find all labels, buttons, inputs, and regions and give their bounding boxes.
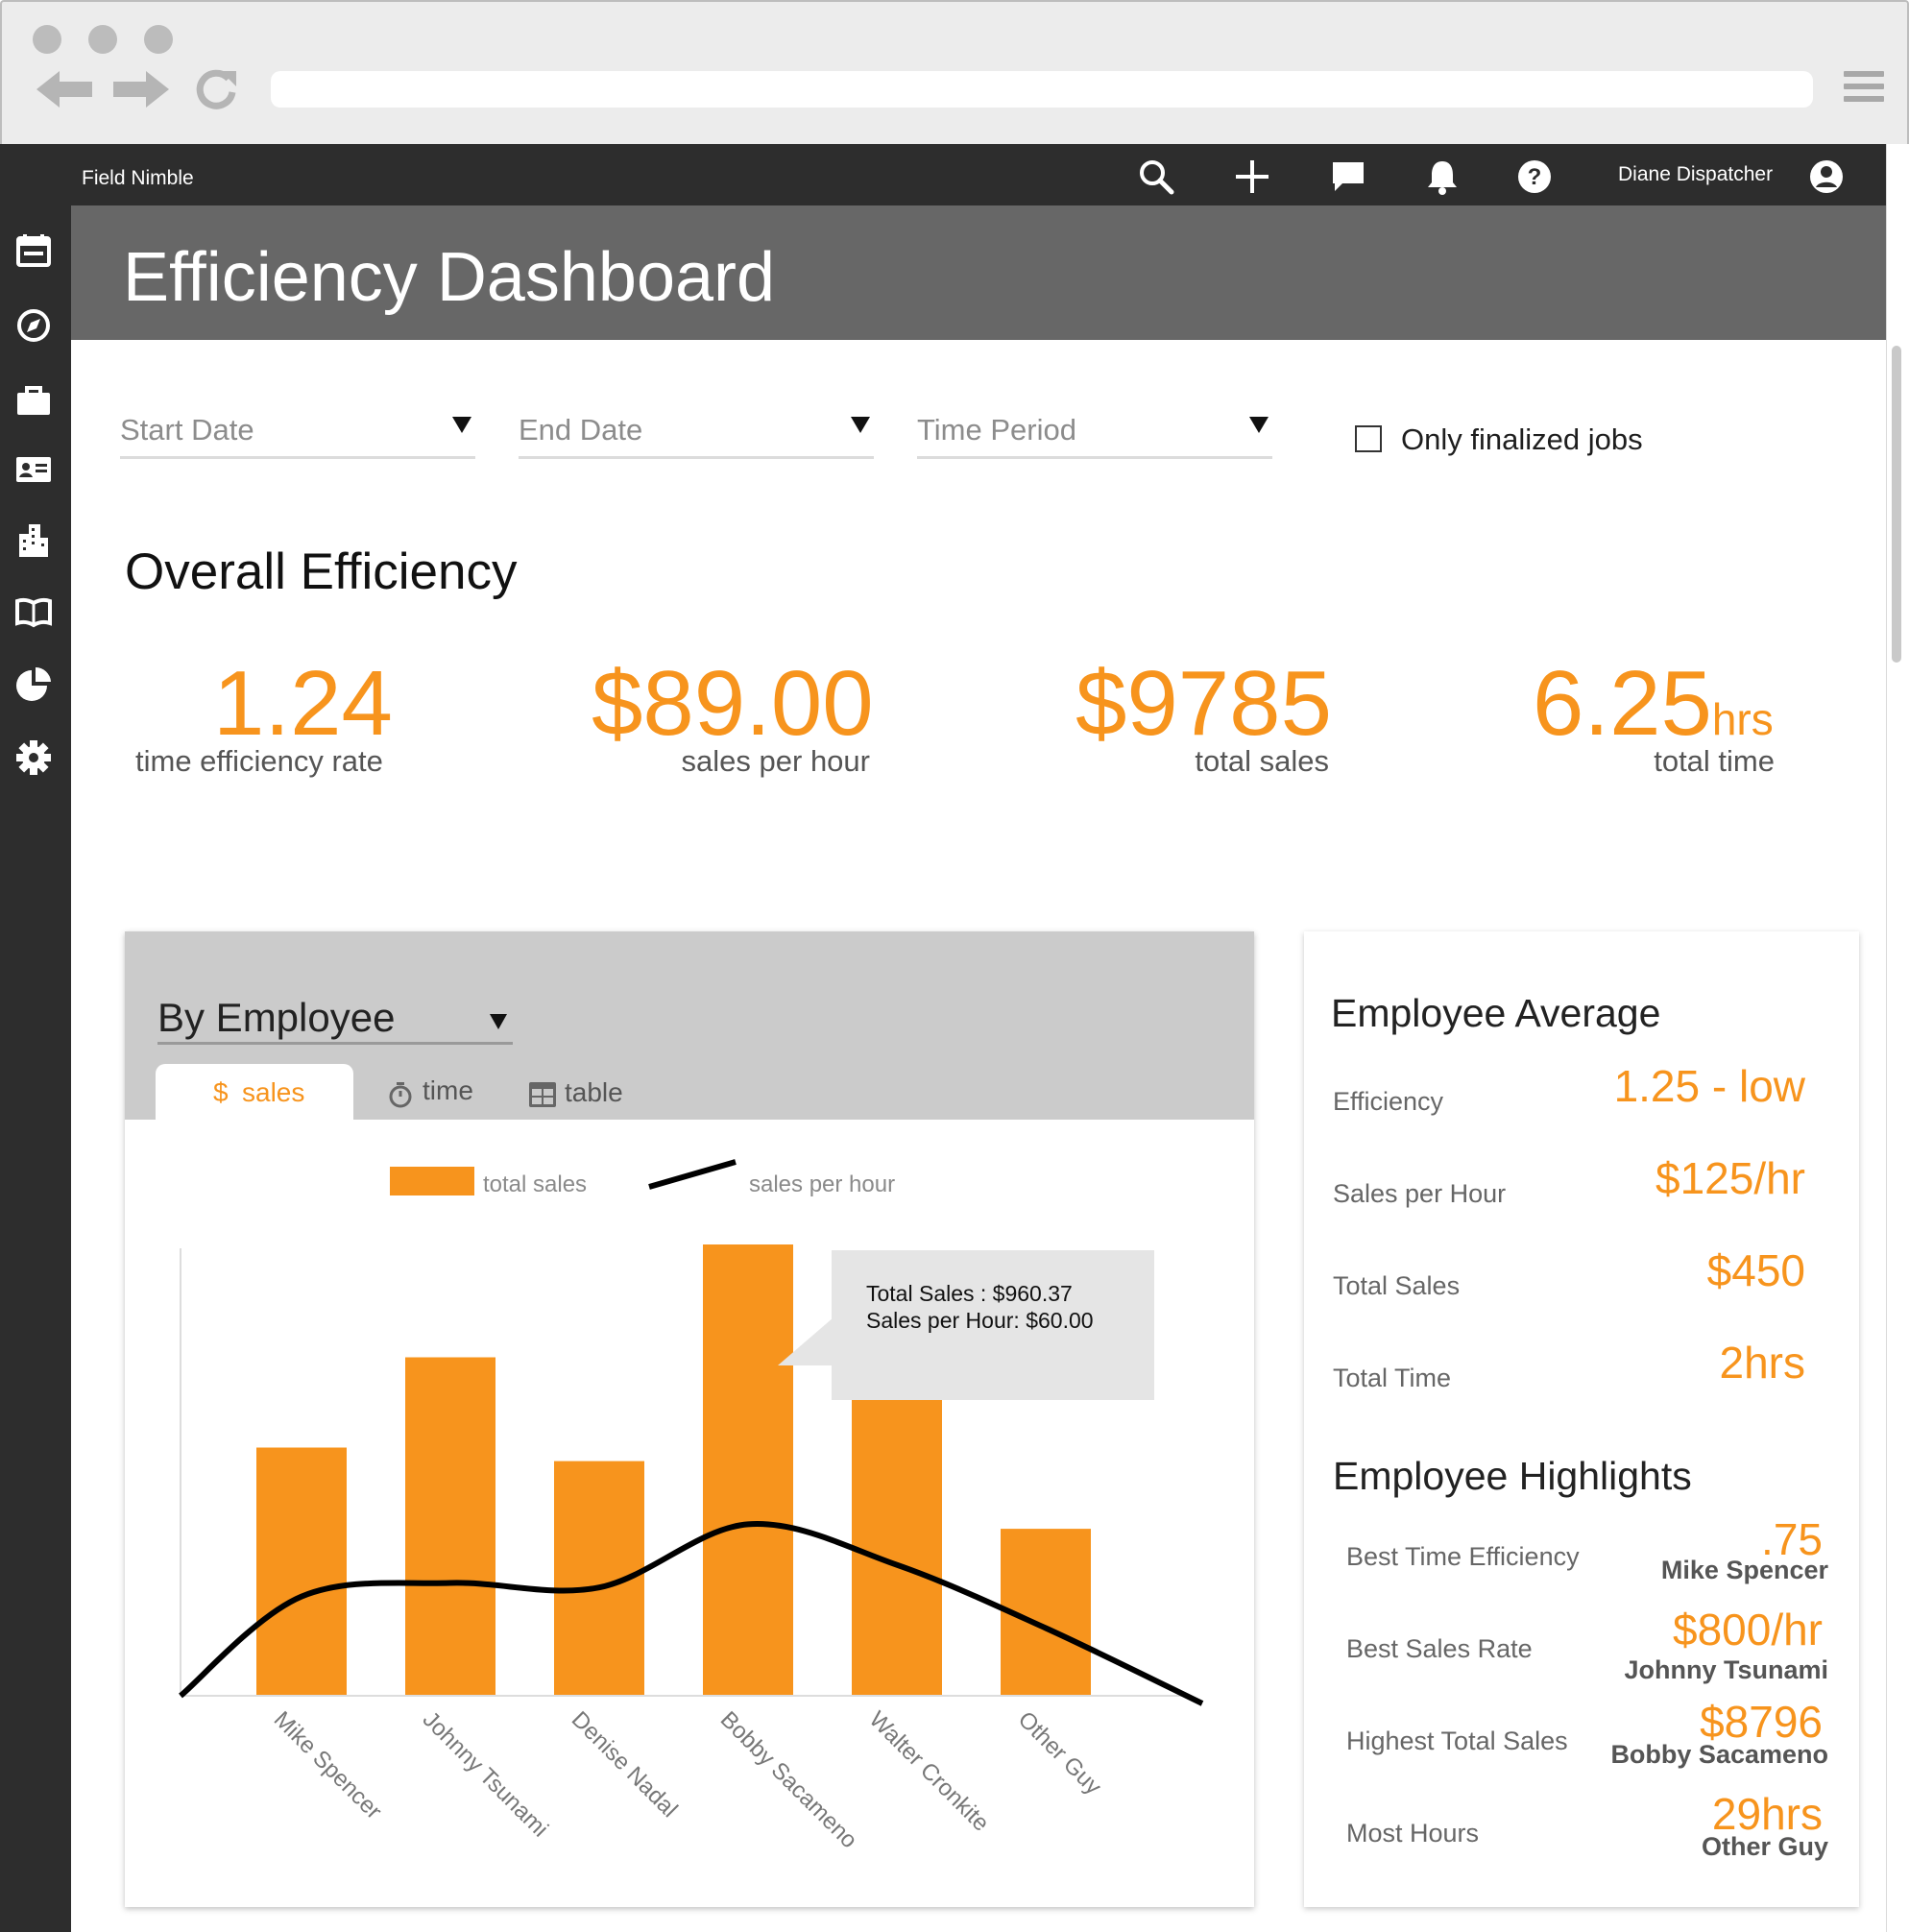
chart-bar[interactable] (852, 1362, 942, 1696)
reload-icon[interactable] (192, 65, 240, 113)
avg-total-time-value: 2hrs (1719, 1338, 1805, 1388)
x-tick-label: Other Guy (1013, 1706, 1106, 1799)
window-maximize-dot[interactable] (144, 25, 173, 54)
help-icon[interactable]: ? (1515, 157, 1554, 196)
chevron-down-icon (1249, 417, 1269, 433)
employee-summary-panel: Employee Average Efficiency 1.25 - low S… (1304, 931, 1859, 1907)
highlight-label: Most Hours (1346, 1819, 1480, 1847)
employee-sales-chart: Mike Spencer Johnny Tsunami Denise Nadal Bo… (179, 1244, 1204, 1853)
x-tick-label: Johnny Tsunami (418, 1706, 553, 1842)
search-icon[interactable] (1137, 157, 1175, 196)
app-brand[interactable]: Field Nimble (82, 167, 194, 190)
efficiency-rate-value: 1.24 (213, 652, 393, 755)
chart-bar[interactable] (405, 1357, 495, 1697)
user-icon[interactable] (1807, 157, 1846, 196)
by-employee-card: By Employee $ sales time table total sal… (125, 931, 1254, 1907)
back-arrow-icon[interactable] (33, 65, 96, 113)
calendar-icon[interactable] (13, 230, 54, 271)
finalized-jobs-label[interactable]: Only finalized jobs (1401, 423, 1643, 457)
employee-highlights-title: Employee Highlights (1333, 1454, 1692, 1498)
chart-tooltip: Total Sales : $960.37 Sales per Hour: $6… (832, 1250, 1154, 1400)
bell-icon[interactable] (1423, 157, 1462, 196)
highlight-employee-name: Other Guy (1701, 1832, 1828, 1861)
browser-chrome (0, 0, 1909, 144)
plus-icon[interactable] (1233, 157, 1271, 196)
avg-total-sales-value: $450 (1706, 1245, 1805, 1295)
browser-menu-icon[interactable] (1844, 71, 1884, 106)
window-close-dot[interactable] (33, 25, 61, 54)
x-tick-label: Bobby Sacameno (715, 1706, 862, 1853)
tooltip-sales-per-hour: Sales per Hour: $60.00 (866, 1308, 1094, 1333)
x-tick-label: Walter Cronkite (864, 1706, 994, 1836)
total-time-number: 6.25 (1533, 652, 1712, 755)
briefcase-icon[interactable] (13, 380, 54, 421)
forward-arrow-icon[interactable] (109, 65, 173, 113)
end-date-dropdown[interactable]: End Date (519, 403, 874, 459)
time-period-dropdown[interactable]: Time Period (917, 403, 1272, 459)
user-name[interactable]: Diane Dispatcher (1618, 163, 1773, 186)
total-time-label: total time (1654, 744, 1775, 778)
sales-per-hour-label: sales per hour (681, 744, 870, 778)
total-sales-value: $9785 (1075, 652, 1332, 755)
total-sales-label: total sales (1195, 744, 1329, 778)
highlight-employee-name: Mike Spencer (1660, 1556, 1828, 1584)
avg-efficiency-label: Efficiency (1333, 1087, 1444, 1116)
window-minimize-dot[interactable] (88, 25, 117, 54)
building-icon[interactable] (13, 520, 54, 561)
avg-sales-per-hour-value: $125/hr (1655, 1153, 1805, 1203)
total-time-value: 6.25hrs (1533, 658, 1774, 750)
start-date-dropdown[interactable]: Start Date (120, 403, 475, 459)
page-header: Efficiency Dashboard (71, 205, 1886, 340)
overall-efficiency-title: Overall Efficiency (125, 543, 518, 600)
book-icon[interactable] (13, 592, 54, 632)
address-bar[interactable] (271, 71, 1813, 108)
employee-average-title: Employee Average (1331, 991, 1661, 1035)
chevron-down-icon (851, 417, 870, 433)
end-date-placeholder: End Date (519, 413, 643, 447)
efficiency-rate-label: time efficiency rate (135, 744, 383, 778)
highlight-value: $800/hr (1672, 1605, 1823, 1654)
highlight-label: Highest Total Sales (1346, 1727, 1568, 1755)
total-time-unit: hrs (1711, 694, 1774, 744)
highlight-label: Best Time Efficiency (1346, 1542, 1580, 1571)
app-top-bar: Field Nimble ? Diane Dispatcher (0, 144, 1886, 205)
x-tick-label: Denise Nadal (567, 1706, 683, 1823)
avg-total-time-label: Total Time (1333, 1364, 1452, 1392)
scrollbar-thumb[interactable] (1892, 346, 1901, 663)
finalized-jobs-checkbox[interactable] (1355, 425, 1382, 452)
highlight-employee-name: Johnny Tsunami (1624, 1655, 1828, 1684)
sales-per-hour-value: $89.00 (592, 652, 874, 755)
highlight-employee-name: Bobby Sacameno (1610, 1740, 1828, 1769)
contact-card-icon[interactable] (13, 449, 54, 490)
pie-chart-icon[interactable] (13, 664, 54, 705)
gear-icon[interactable] (13, 737, 54, 778)
compass-icon[interactable] (13, 305, 54, 346)
avg-total-sales-label: Total Sales (1333, 1271, 1461, 1300)
start-date-placeholder: Start Date (120, 413, 254, 447)
chart-bar[interactable] (256, 1447, 347, 1697)
chart-bar[interactable] (703, 1244, 793, 1696)
highlight-label: Best Sales Rate (1346, 1634, 1533, 1663)
x-tick-label: Mike Spencer (269, 1706, 387, 1824)
side-nav (0, 144, 71, 1932)
page-title: Efficiency Dashboard (123, 239, 776, 316)
tooltip-pointer (778, 1317, 834, 1365)
avg-efficiency-value: 1.25 - low (1613, 1061, 1805, 1111)
avg-sales-per-hour-label: Sales per Hour (1333, 1179, 1507, 1208)
tooltip-total-sales: Total Sales : $960.37 (866, 1281, 1073, 1306)
chat-icon[interactable] (1329, 157, 1367, 196)
time-period-placeholder: Time Period (917, 413, 1076, 447)
svg-text:?: ? (1528, 164, 1542, 190)
chevron-down-icon (452, 417, 471, 433)
